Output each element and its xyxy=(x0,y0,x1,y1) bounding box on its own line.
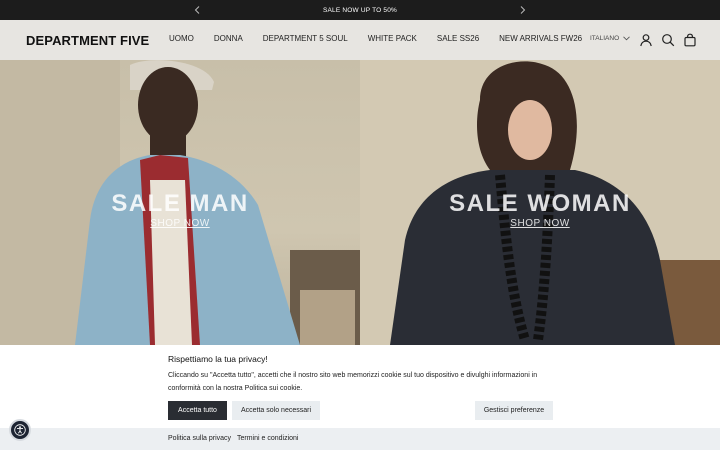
cookie-text: Cliccando su "Accetta tutto", accetti ch… xyxy=(168,372,538,392)
terms-link[interactable]: Termini e condizioni xyxy=(237,435,298,442)
chevron-right-icon[interactable] xyxy=(516,3,530,17)
announcement-text: SALE NOW UP TO 50% xyxy=(322,6,398,14)
shop-now-man-link[interactable]: SHOP NOW xyxy=(0,218,360,229)
accept-necessary-button[interactable]: Accetta solo necessari xyxy=(232,401,320,420)
manage-preferences-button[interactable]: Gestisci preferenze xyxy=(475,401,553,420)
cookie-title: Rispettiamo la tua privacy! xyxy=(168,354,268,364)
account-icon[interactable] xyxy=(639,33,653,47)
cookie-banner: Rispettiamo la tua privacy! Cliccando su… xyxy=(0,345,720,428)
chevron-left-icon[interactable] xyxy=(190,3,204,17)
accept-all-button[interactable]: Accetta tutto xyxy=(168,401,227,420)
nav-item-donna[interactable]: DONNA xyxy=(214,34,243,43)
nav-item-new-arrivals-fw26[interactable]: NEW ARRIVALS FW26 xyxy=(499,34,582,43)
site-logo[interactable]: DEPARTMENT FIVE xyxy=(26,33,149,48)
announcement-bar: SALE NOW UP TO 50% xyxy=(0,0,720,20)
main-nav: UOMO DONNA DEPARTMENT 5 SOUL WHITE PACK … xyxy=(169,34,602,43)
shop-now-woman-link[interactable]: SHOP NOW xyxy=(360,218,720,229)
hero-panel-woman[interactable]: SALE WOMAN SHOP NOW xyxy=(360,60,720,345)
site-header: DEPARTMENT FIVE UOMO DONNA DEPARTMENT 5 … xyxy=(0,20,720,60)
nav-item-department-5-soul[interactable]: DEPARTMENT 5 SOUL xyxy=(263,34,348,43)
language-label: ITALIANO xyxy=(590,35,620,42)
language-selector[interactable]: ITALIANO xyxy=(590,35,630,42)
cart-icon[interactable] xyxy=(683,33,697,47)
nav-item-sale-ss26[interactable]: SALE SS26 xyxy=(437,34,479,43)
hero-title-man: SALE MAN xyxy=(111,190,249,217)
hero-banner: SALE MAN SHOP NOW SALE WOMAN SHOP NOW xyxy=(0,60,720,345)
privacy-policy-link[interactable]: Politica sulla privacy xyxy=(168,435,231,442)
hero-title-woman: SALE WOMAN xyxy=(449,190,631,217)
hero-panel-man[interactable]: SALE MAN SHOP NOW xyxy=(0,60,360,345)
nav-item-uomo[interactable]: UOMO xyxy=(169,34,194,43)
search-icon[interactable] xyxy=(661,33,675,47)
cookie-links-bar: Politica sulla privacy Termini e condizi… xyxy=(0,428,720,450)
chevron-down-icon xyxy=(623,36,630,41)
nav-item-white-pack[interactable]: WHITE PACK xyxy=(368,34,417,43)
accessibility-icon[interactable] xyxy=(9,419,31,441)
